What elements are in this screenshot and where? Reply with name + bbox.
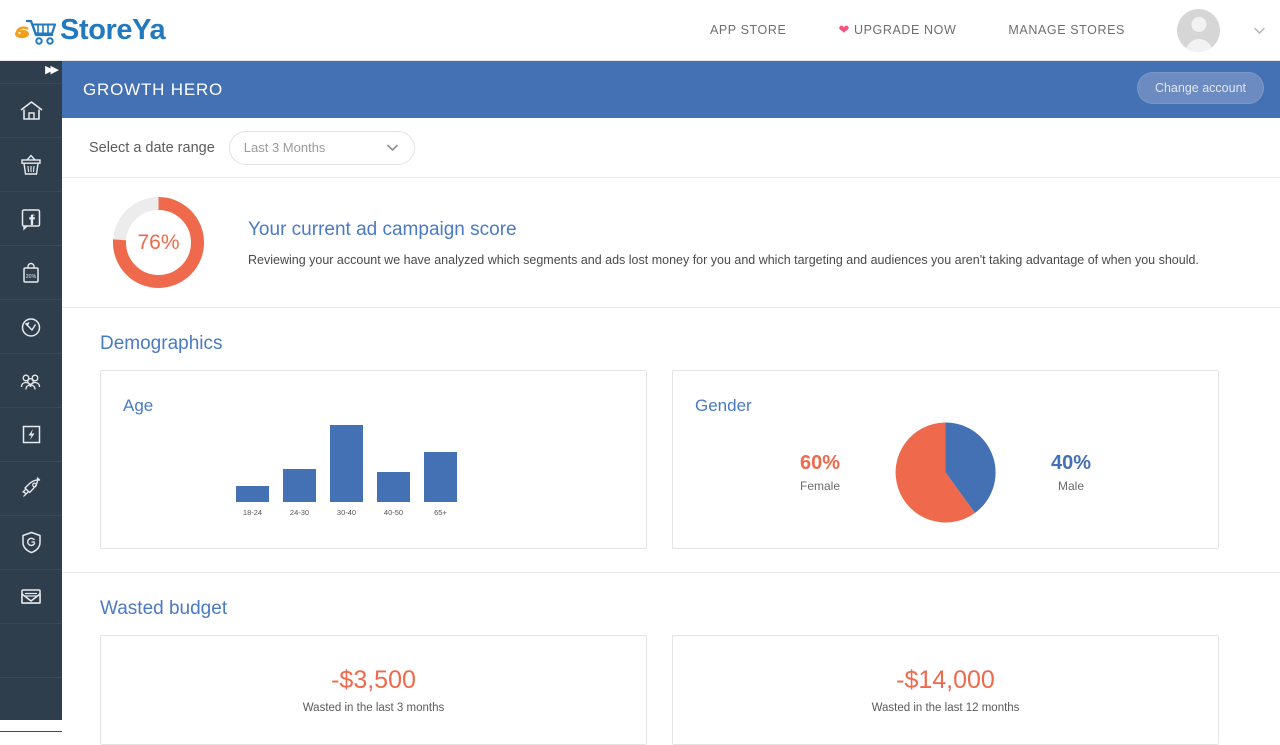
age-card-title: Age	[123, 396, 154, 415]
top-navigation-bar: StoreYa APP STORE ❤ UPGRADE NOW MANAGE ST…	[0, 0, 1280, 61]
page-header-bar: GROWTH HERO Change account	[62, 61, 1280, 118]
change-account-button[interactable]: Change account	[1136, 72, 1264, 104]
sidebar-item-home[interactable]	[0, 84, 62, 138]
bar-40-50	[377, 472, 410, 502]
campaign-score-section: 76% Your current ad campaign score Revie…	[62, 178, 1280, 308]
nav-app-store-label: APP STORE	[709, 23, 787, 37]
date-range-select[interactable]: Last 3 Months	[228, 130, 415, 165]
male-stat: 40% Male	[996, 452, 1146, 493]
score-title: Your current ad campaign score	[248, 218, 517, 240]
bar-label-0: 18-24	[242, 508, 263, 517]
date-range-label: Select a date range	[89, 139, 215, 156]
sidebar-item-boost[interactable]	[0, 462, 62, 516]
wasted-3-months-caption: Wasted in the last 3 months	[302, 702, 445, 714]
nav-manage-stores[interactable]: MANAGE STORES	[1008, 23, 1125, 37]
demographics-section: Demographics Age 18-24 24-30 30-40 40-50…	[62, 308, 1280, 573]
sidebar: ▶▶ 20%	[0, 61, 62, 732]
brand-logo[interactable]: StoreYa	[14, 13, 166, 47]
bar-label-3: 40-50	[383, 508, 404, 517]
date-range-value: Last 3 Months	[243, 140, 326, 155]
home-icon	[19, 99, 44, 122]
female-label: Female	[799, 479, 840, 493]
shopping-bag-discount-icon: 20%	[19, 261, 43, 285]
gender-card: Gender 60% Female 40% Male	[672, 370, 1219, 549]
bar-30-40	[330, 425, 363, 502]
male-label: Male	[1057, 479, 1084, 493]
score-description: Reviewing your account we have analyzed …	[248, 252, 1199, 267]
demographics-cards: Age 18-24 24-30 30-40 40-50 65+ Gender 6…	[100, 370, 1280, 549]
sidebar-item-protection[interactable]	[0, 516, 62, 570]
shield-icon	[20, 530, 43, 555]
lightning-bolt-icon	[20, 423, 43, 446]
female-percent: 60%	[799, 452, 841, 474]
sidebar-item-facebook[interactable]	[0, 192, 62, 246]
wasted-budget-cards: -$3,500 Wasted in the last 3 months -$14…	[100, 635, 1280, 745]
sidebar-item-audiences[interactable]	[0, 354, 62, 408]
sidebar-item-promotions[interactable]: 20%	[0, 246, 62, 300]
gender-chart-wrap: 60% Female 40% Male	[673, 371, 1218, 548]
sidebar-spacer	[0, 624, 62, 678]
double-chevron-right-icon[interactable]: ▶▶	[45, 65, 59, 76]
sidebar-item-mail[interactable]	[0, 570, 62, 624]
basket-icon	[19, 153, 43, 177]
bar-65-plus	[424, 452, 457, 502]
wasted-budget-section: Wasted budget -$3,500 Wasted in the last…	[62, 573, 1280, 745]
bar-label-1: 24-30	[289, 508, 310, 517]
score-text-block: Your current ad campaign score Reviewing…	[248, 219, 1199, 267]
sidebar-spacer-2	[0, 678, 62, 732]
main-content: GROWTH HERO Change account Select a date…	[62, 61, 1280, 745]
nav-app-store[interactable]: APP STORE	[710, 23, 787, 37]
envelope-icon	[18, 586, 44, 608]
sidebar-item-coupons[interactable]	[0, 300, 62, 354]
avatar[interactable]	[1177, 8, 1220, 52]
wasted-12-months-amount: -$14,000	[896, 666, 995, 694]
gender-pie-chart	[895, 422, 996, 523]
bar-18-24	[236, 486, 269, 502]
rocket-icon	[19, 476, 44, 501]
account-menu-chevron-down-icon[interactable]	[1253, 24, 1266, 37]
age-bar-chart	[236, 410, 457, 502]
bar-24-30	[283, 469, 316, 502]
wasted-budget-heading: Wasted budget	[100, 598, 228, 619]
group-people-icon	[18, 370, 44, 392]
age-bar-labels: 18-24 24-30 30-40 40-50 65+	[236, 508, 457, 517]
demographics-heading: Demographics	[100, 333, 223, 354]
nav-upgrade-now[interactable]: ❤ UPGRADE NOW	[838, 22, 956, 38]
top-nav-links: APP STORE ❤ UPGRADE NOW MANAGE STORES	[710, 8, 1280, 52]
svg-text:20%: 20%	[26, 274, 37, 280]
shopping-cart-icon	[14, 13, 58, 47]
coupon-clock-icon	[19, 315, 43, 339]
sidebar-item-automation[interactable]	[0, 408, 62, 462]
wasted-12-months-card: -$14,000 Wasted in the last 12 months	[672, 635, 1219, 745]
age-card: Age 18-24 24-30 30-40 40-50 65+	[100, 370, 647, 549]
brand-name: StoreYa	[60, 13, 166, 46]
heart-icon: ❤	[838, 22, 850, 37]
wasted-3-months-amount: -$3,500	[331, 666, 416, 694]
score-gauge: 76%	[109, 193, 208, 292]
page-title: GROWTH HERO	[83, 79, 224, 99]
nav-upgrade-now-label: UPGRADE NOW	[853, 23, 957, 37]
wasted-3-months-card: -$3,500 Wasted in the last 3 months	[100, 635, 647, 745]
avatar-head	[1191, 16, 1206, 32]
sidebar-header: ▶▶	[0, 61, 62, 84]
bar-label-2: 30-40	[336, 508, 357, 517]
wasted-12-months-caption: Wasted in the last 12 months	[871, 702, 1020, 714]
chevron-down-icon	[385, 140, 400, 155]
female-stat: 60% Female	[745, 452, 895, 493]
male-percent: 40%	[1050, 452, 1092, 474]
date-range-row: Select a date range Last 3 Months	[62, 118, 1280, 178]
facebook-icon	[19, 207, 43, 231]
sidebar-item-basket[interactable]	[0, 138, 62, 192]
nav-manage-stores-label: MANAGE STORES	[1008, 23, 1125, 37]
avatar-body	[1185, 38, 1212, 52]
bar-label-4: 65+	[434, 508, 447, 517]
score-value: 76%	[137, 230, 180, 254]
